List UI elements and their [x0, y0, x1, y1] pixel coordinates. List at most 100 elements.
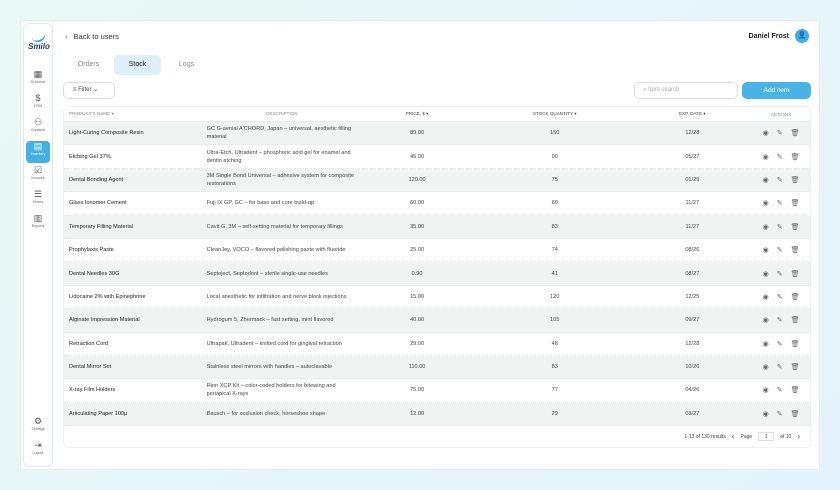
col-price-header[interactable]: PRICE, $ ▾: [357, 111, 477, 117]
item-search-input[interactable]: ⌕ Item search: [634, 82, 738, 99]
delete-icon[interactable]: 🗑: [791, 363, 800, 371]
add-item-button[interactable]: Add item: [742, 82, 811, 99]
table-row[interactable]: Glass Ionomer Cement Fuji IX GP, GC – fo…: [64, 192, 810, 216]
table-row[interactable]: Retraction Cord Ultrapak, Ultradent – kn…: [64, 333, 810, 356]
edit-icon[interactable]: ✎: [777, 316, 783, 324]
edit-icon[interactable]: ✎: [777, 340, 783, 348]
delete-icon[interactable]: 🗑: [791, 293, 800, 301]
col-qty-header[interactable]: STOCK QUANTITY ▾: [477, 111, 633, 117]
table-row[interactable]: Etching Gel 37% Ultra-Etch, Ultradent – …: [64, 145, 810, 169]
view-icon[interactable]: ◉: [763, 246, 769, 254]
user-menu[interactable]: Daniel Frost 👤: [749, 29, 809, 43]
edit-icon[interactable]: ✎: [777, 363, 783, 371]
delete-icon[interactable]: 🗑: [791, 153, 800, 161]
sidebar-item-inventory[interactable]: ▤ Inventory: [26, 141, 50, 163]
col-exp-header[interactable]: EXP. DATE ▾: [632, 111, 752, 117]
product-price: 12.00: [410, 410, 425, 417]
tab-stock[interactable]: Stock: [114, 55, 161, 75]
sidebar-item-reports[interactable]: ▥ Reports: [26, 213, 50, 235]
table-row[interactable]: Alginate Impression Material Hydrogum 5,…: [64, 309, 810, 333]
product-description: Fuji IX GP, GC – for base and core build…: [206, 200, 315, 207]
next-page-icon[interactable]: ›: [797, 432, 800, 441]
view-icon[interactable]: ◉: [763, 270, 769, 278]
edit-icon[interactable]: ✎: [777, 246, 783, 254]
delete-icon[interactable]: 🗑: [791, 176, 800, 184]
filter-button[interactable]: ≡ Filter ⌄: [63, 82, 115, 99]
col-name-header[interactable]: PRODUCT'S NAME ▾: [64, 111, 203, 117]
sidebar-item-contacts[interactable]: ⚇ Contacts: [26, 117, 50, 139]
sidebar-item-settings[interactable]: ⚙ Settings: [26, 416, 50, 438]
tab-logs[interactable]: Logs: [163, 55, 210, 75]
back-to-users-link[interactable]: ‹ Back to users: [65, 32, 119, 41]
table-row[interactable]: Prophylaxis Paste CleanJoy, VOCO – flavo…: [64, 239, 810, 263]
edit-icon[interactable]: ✎: [777, 223, 783, 231]
delete-icon[interactable]: 🗑: [791, 386, 800, 394]
stock-quantity: 77: [551, 387, 558, 394]
sidebar-item-crm[interactable]: $ CRM: [26, 93, 50, 115]
table-row[interactable]: Dental Bonding Agent 3M Single Bond Univ…: [64, 168, 810, 193]
gear-icon: ⚙: [33, 416, 43, 426]
table-row[interactable]: X-ray Film Holders Rinn XCP Kit – color-…: [64, 379, 810, 403]
sidebar-item-logout[interactable]: ⇥ Logout: [26, 440, 50, 462]
exp-date: 09/27: [685, 317, 700, 324]
logout-icon: ⇥: [34, 440, 42, 450]
delete-icon[interactable]: 🗑: [791, 340, 800, 348]
view-icon[interactable]: ◉: [763, 386, 769, 394]
product-price: 60.00: [410, 200, 425, 207]
page-input[interactable]: 1: [758, 432, 775, 441]
view-icon[interactable]: ◉: [763, 340, 769, 348]
view-icon[interactable]: ◉: [763, 176, 769, 184]
delete-icon[interactable]: 🗑: [791, 199, 800, 207]
exp-date: 12/28: [685, 340, 700, 347]
edit-icon[interactable]: ✎: [777, 386, 783, 394]
exp-date: 11/27: [685, 223, 700, 230]
product-name: Temporary Filling Material: [69, 223, 134, 230]
view-icon[interactable]: ◉: [763, 410, 769, 418]
stock-quantity: 48: [551, 340, 558, 347]
table-row[interactable]: Temporary Filling Material Cavit G, 3M –…: [64, 215, 810, 239]
invoice-icon: ☑: [33, 165, 43, 175]
edit-icon[interactable]: ✎: [777, 176, 783, 184]
table-row[interactable]: Light-Curing Composite Resin GC G-aenial…: [64, 122, 810, 146]
product-description: Local anesthetic for infiltration and ne…: [206, 293, 347, 300]
sidebar-item-invoices[interactable]: ☑ Invoices: [26, 165, 50, 187]
delete-icon[interactable]: 🗑: [791, 246, 800, 254]
delete-icon[interactable]: 🗑: [791, 223, 800, 231]
table-row[interactable]: Dental Mirror Set Stainless steel mirror…: [64, 355, 810, 380]
product-price: 45.00: [410, 153, 425, 160]
edit-icon[interactable]: ✎: [777, 129, 783, 137]
view-icon[interactable]: ◉: [763, 316, 769, 324]
edit-icon[interactable]: ✎: [777, 410, 783, 418]
view-icon[interactable]: ◉: [763, 199, 769, 207]
table-row[interactable]: Articulating Paper 100µ Bausch – for occ…: [64, 402, 810, 427]
product-name: Etching Gel 37%: [69, 153, 111, 160]
view-icon[interactable]: ◉: [763, 223, 769, 231]
view-icon[interactable]: ◉: [763, 363, 769, 371]
edit-icon[interactable]: ✎: [777, 293, 783, 301]
table-row[interactable]: Lidocaine 2% with Epinephrine Local anes…: [64, 286, 810, 310]
delete-icon[interactable]: 🗑: [791, 410, 800, 418]
delete-icon[interactable]: 🗑: [791, 316, 800, 324]
edit-icon[interactable]: ✎: [777, 270, 783, 278]
exp-date: 12/25: [685, 293, 700, 300]
prev-page-icon[interactable]: ‹: [732, 432, 735, 441]
view-icon[interactable]: ◉: [763, 293, 769, 301]
product-description: 3M Single Bond Universal – adhesive syst…: [206, 172, 355, 187]
product-name: Alginate Impression Material: [69, 317, 140, 324]
sidebar-item-forms[interactable]: ☰ Forms: [26, 189, 50, 211]
avatar[interactable]: 👤: [795, 29, 809, 43]
delete-icon[interactable]: 🗑: [791, 270, 800, 278]
sidebar-item-schedule[interactable]: ▦ Schedule: [26, 69, 50, 91]
product-description: CleanJoy, VOCO – flavored polishing past…: [206, 247, 346, 254]
table-row[interactable]: Dental Needles 30G Septoject, Septodont …: [64, 262, 810, 286]
view-icon[interactable]: ◉: [763, 153, 769, 161]
view-icon[interactable]: ◉: [763, 129, 769, 137]
reports-icon: ▥: [33, 213, 43, 223]
exp-date: 12/28: [685, 130, 700, 137]
exp-date: 08/27: [685, 270, 700, 277]
tab-orders[interactable]: Orders: [65, 55, 112, 75]
product-name: Glass Ionomer Cement: [69, 200, 127, 207]
delete-icon[interactable]: 🗑: [791, 129, 800, 137]
edit-icon[interactable]: ✎: [777, 199, 783, 207]
edit-icon[interactable]: ✎: [777, 153, 783, 161]
